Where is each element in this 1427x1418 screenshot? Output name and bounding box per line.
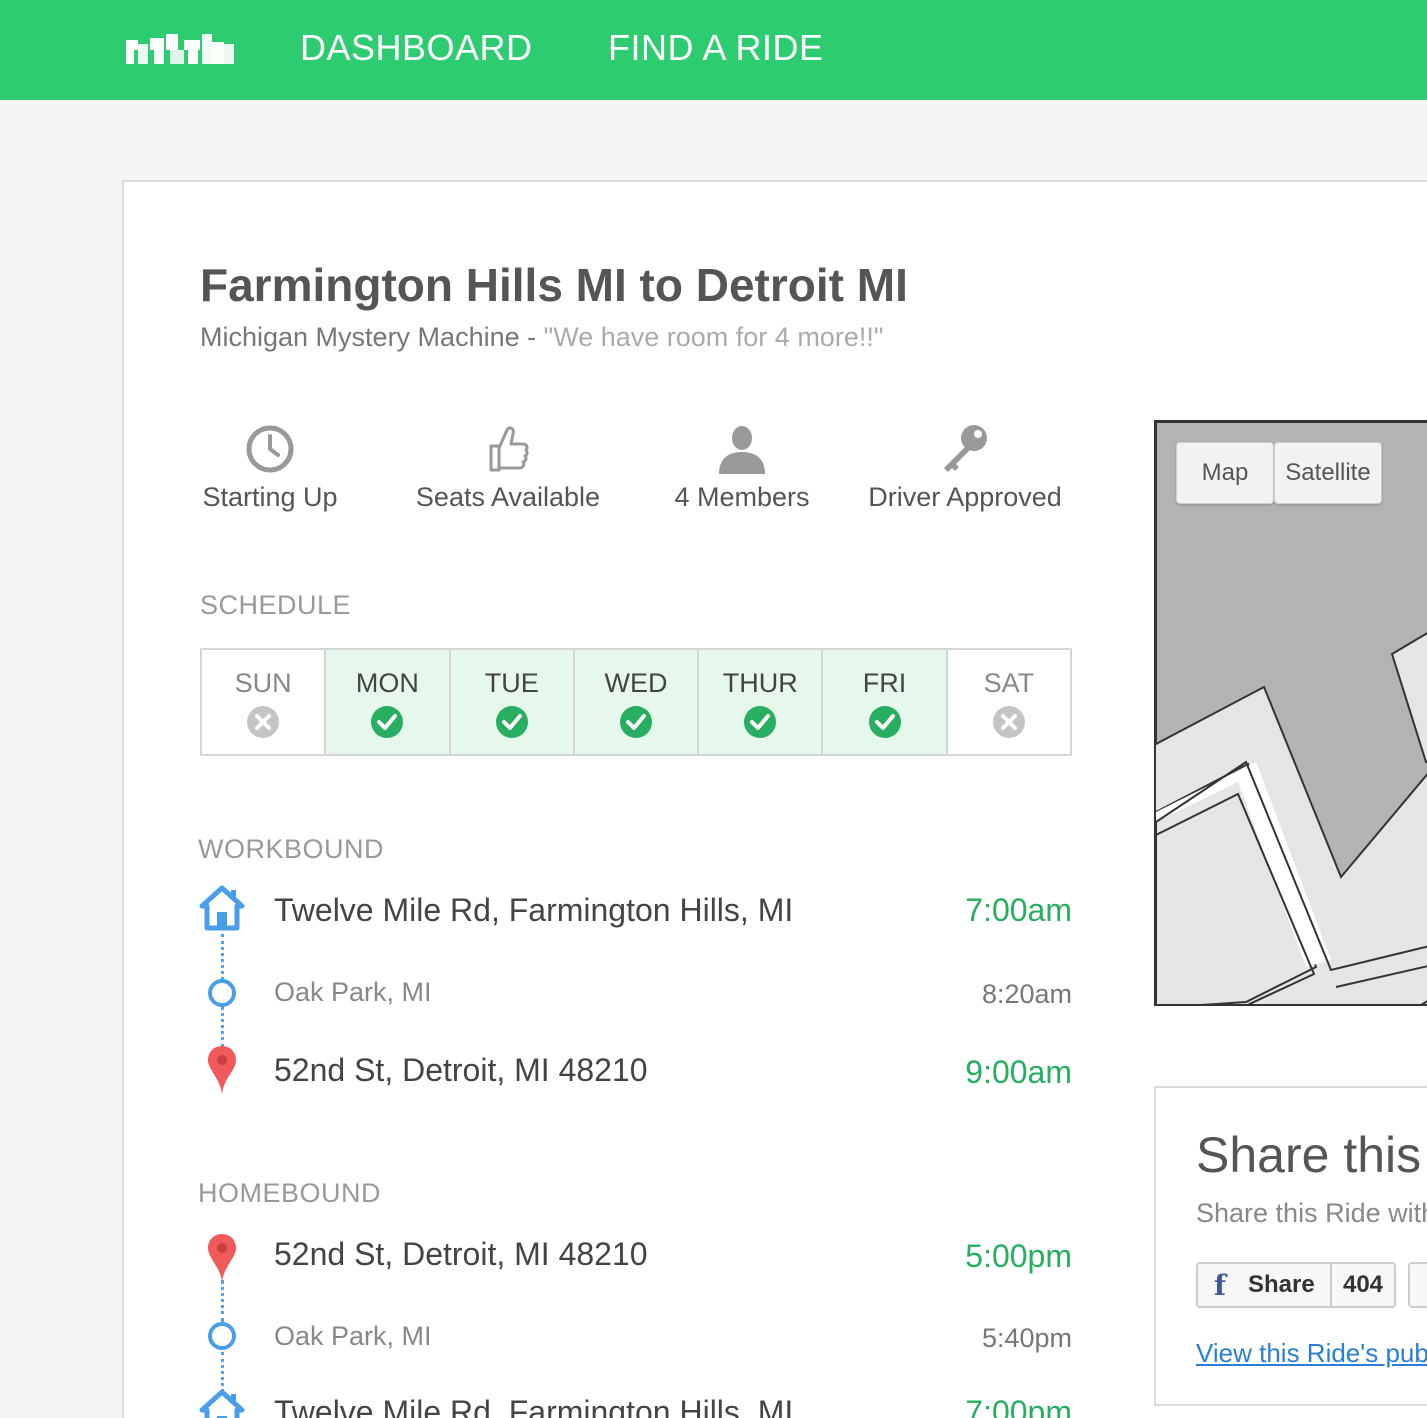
- share-subtitle: Share this Ride with: [1196, 1198, 1427, 1228]
- stat-label: Starting Up: [202, 482, 338, 512]
- check-circle-icon: [823, 705, 945, 739]
- stop-place: Oak Park, MI: [274, 977, 432, 1007]
- stop-place: Oak Park, MI: [274, 1321, 432, 1351]
- schedule-day-fri: FRI: [823, 650, 948, 754]
- stop-time: 9:00am: [965, 1054, 1072, 1090]
- day-name: WED: [604, 668, 668, 698]
- ride-subtitle: Michigan Mystery Machine - "We have room…: [200, 322, 883, 353]
- waypoint-icon: [208, 979, 236, 1007]
- thumbs-up-icon: [410, 416, 606, 474]
- map-view-button[interactable]: Map: [1176, 442, 1274, 504]
- stat-label: Driver Approved: [868, 482, 1062, 512]
- stop-time: 7:00pm: [965, 1394, 1072, 1418]
- map-pin-icon: [208, 1046, 236, 1094]
- check-circle-icon: [326, 705, 448, 739]
- map-tiles: [1156, 422, 1427, 1004]
- day-name: TUE: [484, 668, 539, 698]
- nav-dashboard-link[interactable]: DASHBOARD: [300, 27, 533, 69]
- day-name: SUN: [234, 668, 292, 698]
- x-circle-icon: [202, 705, 324, 739]
- stat-label: 4 Members: [674, 482, 810, 512]
- ride-title: Farmington Hills MI to Detroit MI: [200, 259, 908, 311]
- stat-status: Starting Up: [200, 416, 340, 513]
- waypoint-icon: [208, 1322, 236, 1350]
- route-connector: [221, 1006, 224, 1048]
- home-icon: [199, 1389, 245, 1418]
- public-page-link[interactable]: View this Ride's pubic: [1196, 1338, 1427, 1369]
- schedule-day-sat: SAT: [948, 650, 1070, 754]
- nav-find-ride-link[interactable]: FIND A RIDE: [608, 27, 824, 69]
- share-panel: Share this Ride Share this Ride with f S…: [1154, 1086, 1427, 1406]
- stat-members: 4 Members: [670, 416, 814, 513]
- top-nav-bar: DASHBOARD FIND A RIDE: [0, 0, 1427, 100]
- facebook-icon: f: [1213, 1268, 1227, 1302]
- check-circle-icon: [699, 705, 821, 739]
- schedule-day-thur: THUR: [699, 650, 824, 754]
- day-name: MON: [355, 668, 419, 698]
- day-name: SAT: [983, 668, 1035, 698]
- schedule-day-mon: MON: [326, 650, 451, 754]
- map-pin-icon: [208, 1234, 236, 1282]
- schedule-day-tue: TUE: [450, 650, 575, 754]
- stop-time: 7:00am: [965, 892, 1072, 928]
- route-map[interactable]: Map Satellite: [1154, 420, 1427, 1006]
- route-connector: [221, 934, 224, 980]
- stop-place: 52nd St, Detroit, MI 48210: [274, 1236, 648, 1272]
- stop-place: Twelve Mile Rd, Farmington Hills, MI: [274, 1394, 794, 1418]
- schedule-day-sun: SUN: [202, 650, 327, 754]
- logo[interactable]: [126, 34, 234, 66]
- facebook-share-button[interactable]: f Share 404: [1196, 1262, 1396, 1308]
- stop-place: 52nd St, Detroit, MI 48210: [274, 1052, 648, 1088]
- ride-tagline: "We have room for 4 more!!": [543, 322, 884, 352]
- day-name: THUR: [722, 668, 798, 698]
- twitter-share-button[interactable]: [1408, 1262, 1427, 1308]
- workbound-heading: WORKBOUND: [198, 834, 384, 864]
- home-icon: [199, 885, 245, 931]
- check-circle-icon: [451, 705, 573, 739]
- stop-place: Twelve Mile Rd, Farmington Hills, MI: [274, 892, 794, 928]
- day-name: FRI: [862, 668, 907, 698]
- stat-driver: Driver Approved: [862, 416, 1068, 513]
- route-connector: [221, 1280, 224, 1322]
- schedule-day-wed: WED: [574, 650, 700, 754]
- check-circle-icon: [575, 705, 697, 739]
- stat-seats: Seats Available: [410, 416, 606, 513]
- stat-label: Seats Available: [415, 482, 601, 512]
- x-circle-icon: [948, 705, 1070, 739]
- person-icon: [670, 416, 814, 474]
- clock-icon: [200, 416, 340, 474]
- schedule-table: SUN MON TUE WED THUR FRI SAT: [200, 648, 1072, 756]
- stop-time: 5:40pm: [981, 1323, 1072, 1353]
- facebook-share-label: Share: [1248, 1271, 1315, 1298]
- route-connector: [221, 1352, 224, 1392]
- schedule-heading: SCHEDULE: [200, 590, 352, 620]
- stop-time: 8:20am: [981, 979, 1072, 1009]
- share-title: Share this Ride: [1196, 1127, 1427, 1183]
- key-icon: [862, 416, 1068, 474]
- facebook-share-count: 404: [1330, 1264, 1394, 1306]
- homebound-heading: HOMEBOUND: [198, 1178, 382, 1208]
- satellite-view-button[interactable]: Satellite: [1274, 442, 1382, 504]
- stop-time: 5:00pm: [965, 1238, 1072, 1274]
- group-name: Michigan Mystery Machine -: [200, 322, 537, 352]
